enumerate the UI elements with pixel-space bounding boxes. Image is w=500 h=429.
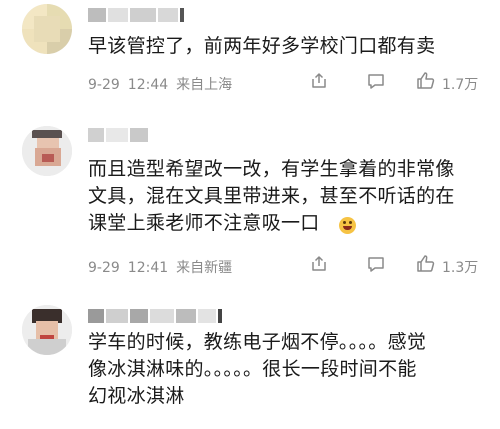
like-count: 1.3万 [442, 260, 479, 276]
avatar[interactable] [22, 126, 72, 176]
thumbs-up-icon[interactable] [416, 254, 436, 274]
comment-time: 12:44 [127, 77, 169, 93]
thumbs-up-icon[interactable] [416, 71, 436, 91]
comment-text: 学车的时候，教练电子烟不停。。。。感觉 像冰淇淋味的。。。。。很长一段时间不能 … [88, 331, 427, 407]
comment-text: 早该管控了，前两年好多学校门口都有卖 [88, 35, 436, 57]
comment-date: 9-29 [88, 77, 120, 93]
avatar[interactable] [22, 4, 72, 54]
comment-icon[interactable] [367, 72, 385, 90]
comment-icon[interactable] [367, 255, 385, 273]
avatar[interactable] [22, 305, 72, 355]
like-count: 1.7万 [442, 77, 479, 93]
username-redacted[interactable] [88, 309, 228, 325]
username-redacted[interactable] [88, 128, 198, 144]
comment-location: 来自上海 [176, 77, 233, 93]
comment-time: 12:41 [127, 260, 169, 276]
share-icon[interactable] [310, 72, 328, 90]
comment-meta: 9-29 12:41 来自新疆 [88, 257, 240, 277]
share-icon[interactable] [310, 255, 328, 273]
username-redacted[interactable] [88, 8, 198, 24]
laughing-emoji-icon [339, 217, 356, 234]
comment-meta: 9-29 12:44 来自上海 [88, 74, 240, 94]
comment-text: 而且造型希望改一改，有学生拿着的非常像 文具，混在文具里带进来，甚至不听话的在 … [88, 158, 455, 234]
comment-date: 9-29 [88, 260, 120, 276]
comment-location: 来自新疆 [176, 260, 233, 276]
